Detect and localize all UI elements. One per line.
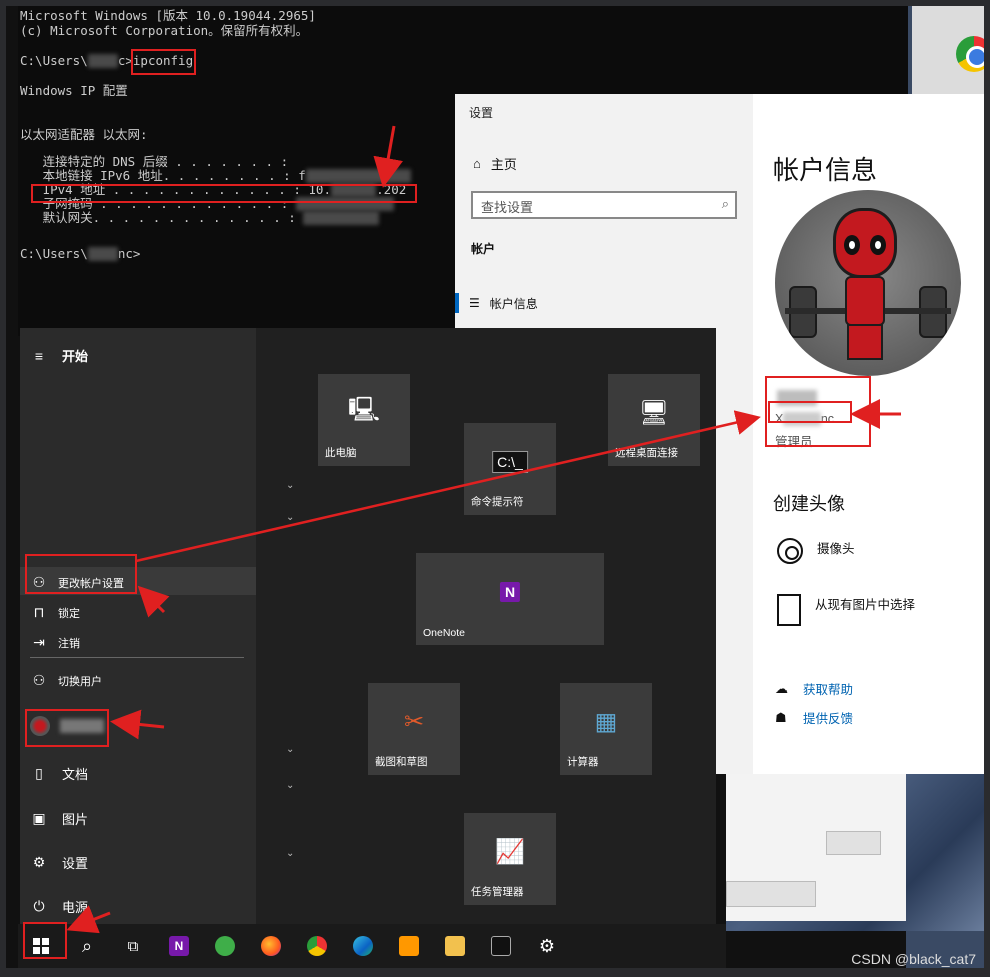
watermark: CSDN @black_cat7 (851, 951, 976, 967)
arrow-to-ipv4 (373, 125, 403, 188)
arrow-to-change-account (137, 585, 170, 618)
screenshot-frame: Microsoft Windows [版本 10.0.19044.2965] (… (6, 6, 984, 968)
arrow-to-profile (110, 709, 165, 740)
arrow-to-account (135, 410, 761, 563)
arrow-to-start (66, 905, 111, 934)
annotation-arrows (66, 125, 901, 934)
